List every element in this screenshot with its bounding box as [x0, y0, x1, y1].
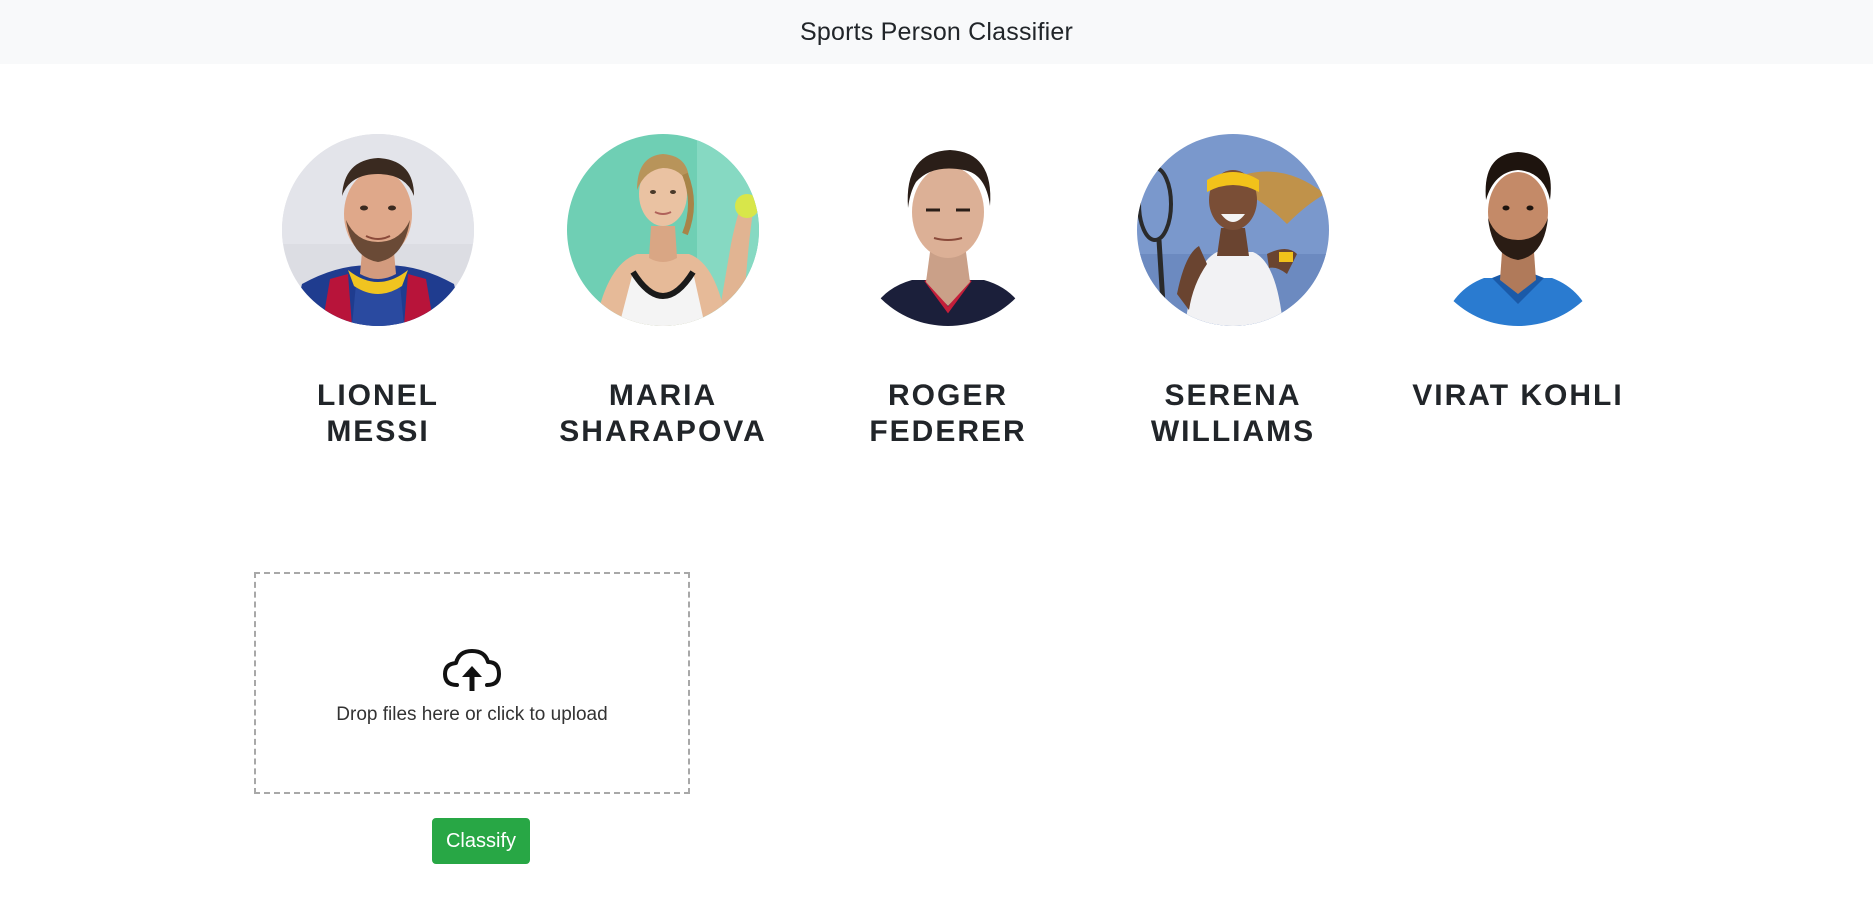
- classify-button[interactable]: Classify: [432, 818, 530, 864]
- player-card-serena-williams: SERENA WILLIAMS: [1103, 134, 1363, 450]
- player-card-roger-federer: ROGER FEDERER: [818, 134, 1078, 450]
- player-gallery: LIONEL MESSI MARIA SHARAPOVA ROGER FEDER…: [0, 0, 1873, 470]
- cloud-upload-icon: [441, 647, 503, 696]
- player-name: MARIA SHARAPOVA: [559, 379, 767, 448]
- player-photo: [1422, 134, 1614, 326]
- player-photo: [567, 134, 759, 326]
- player-photo: [852, 134, 1044, 326]
- player-photo: [282, 134, 474, 326]
- player-card-maria-sharapova: MARIA SHARAPOVA: [533, 134, 793, 450]
- player-card-virat-kohli: VIRAT KOHLI: [1388, 134, 1648, 414]
- player-photo: [1137, 134, 1329, 326]
- player-name: SERENA WILLIAMS: [1150, 379, 1316, 448]
- player-name: VIRAT KOHLI: [1412, 379, 1624, 412]
- player-name: LIONEL MESSI: [317, 379, 439, 448]
- dropzone-message: Drop files here or click to upload: [336, 703, 608, 725]
- file-dropzone[interactable]: Drop files here or click to upload: [254, 572, 690, 794]
- player-name: ROGER FEDERER: [869, 379, 1027, 448]
- player-card-lionel-messi: LIONEL MESSI: [248, 134, 508, 450]
